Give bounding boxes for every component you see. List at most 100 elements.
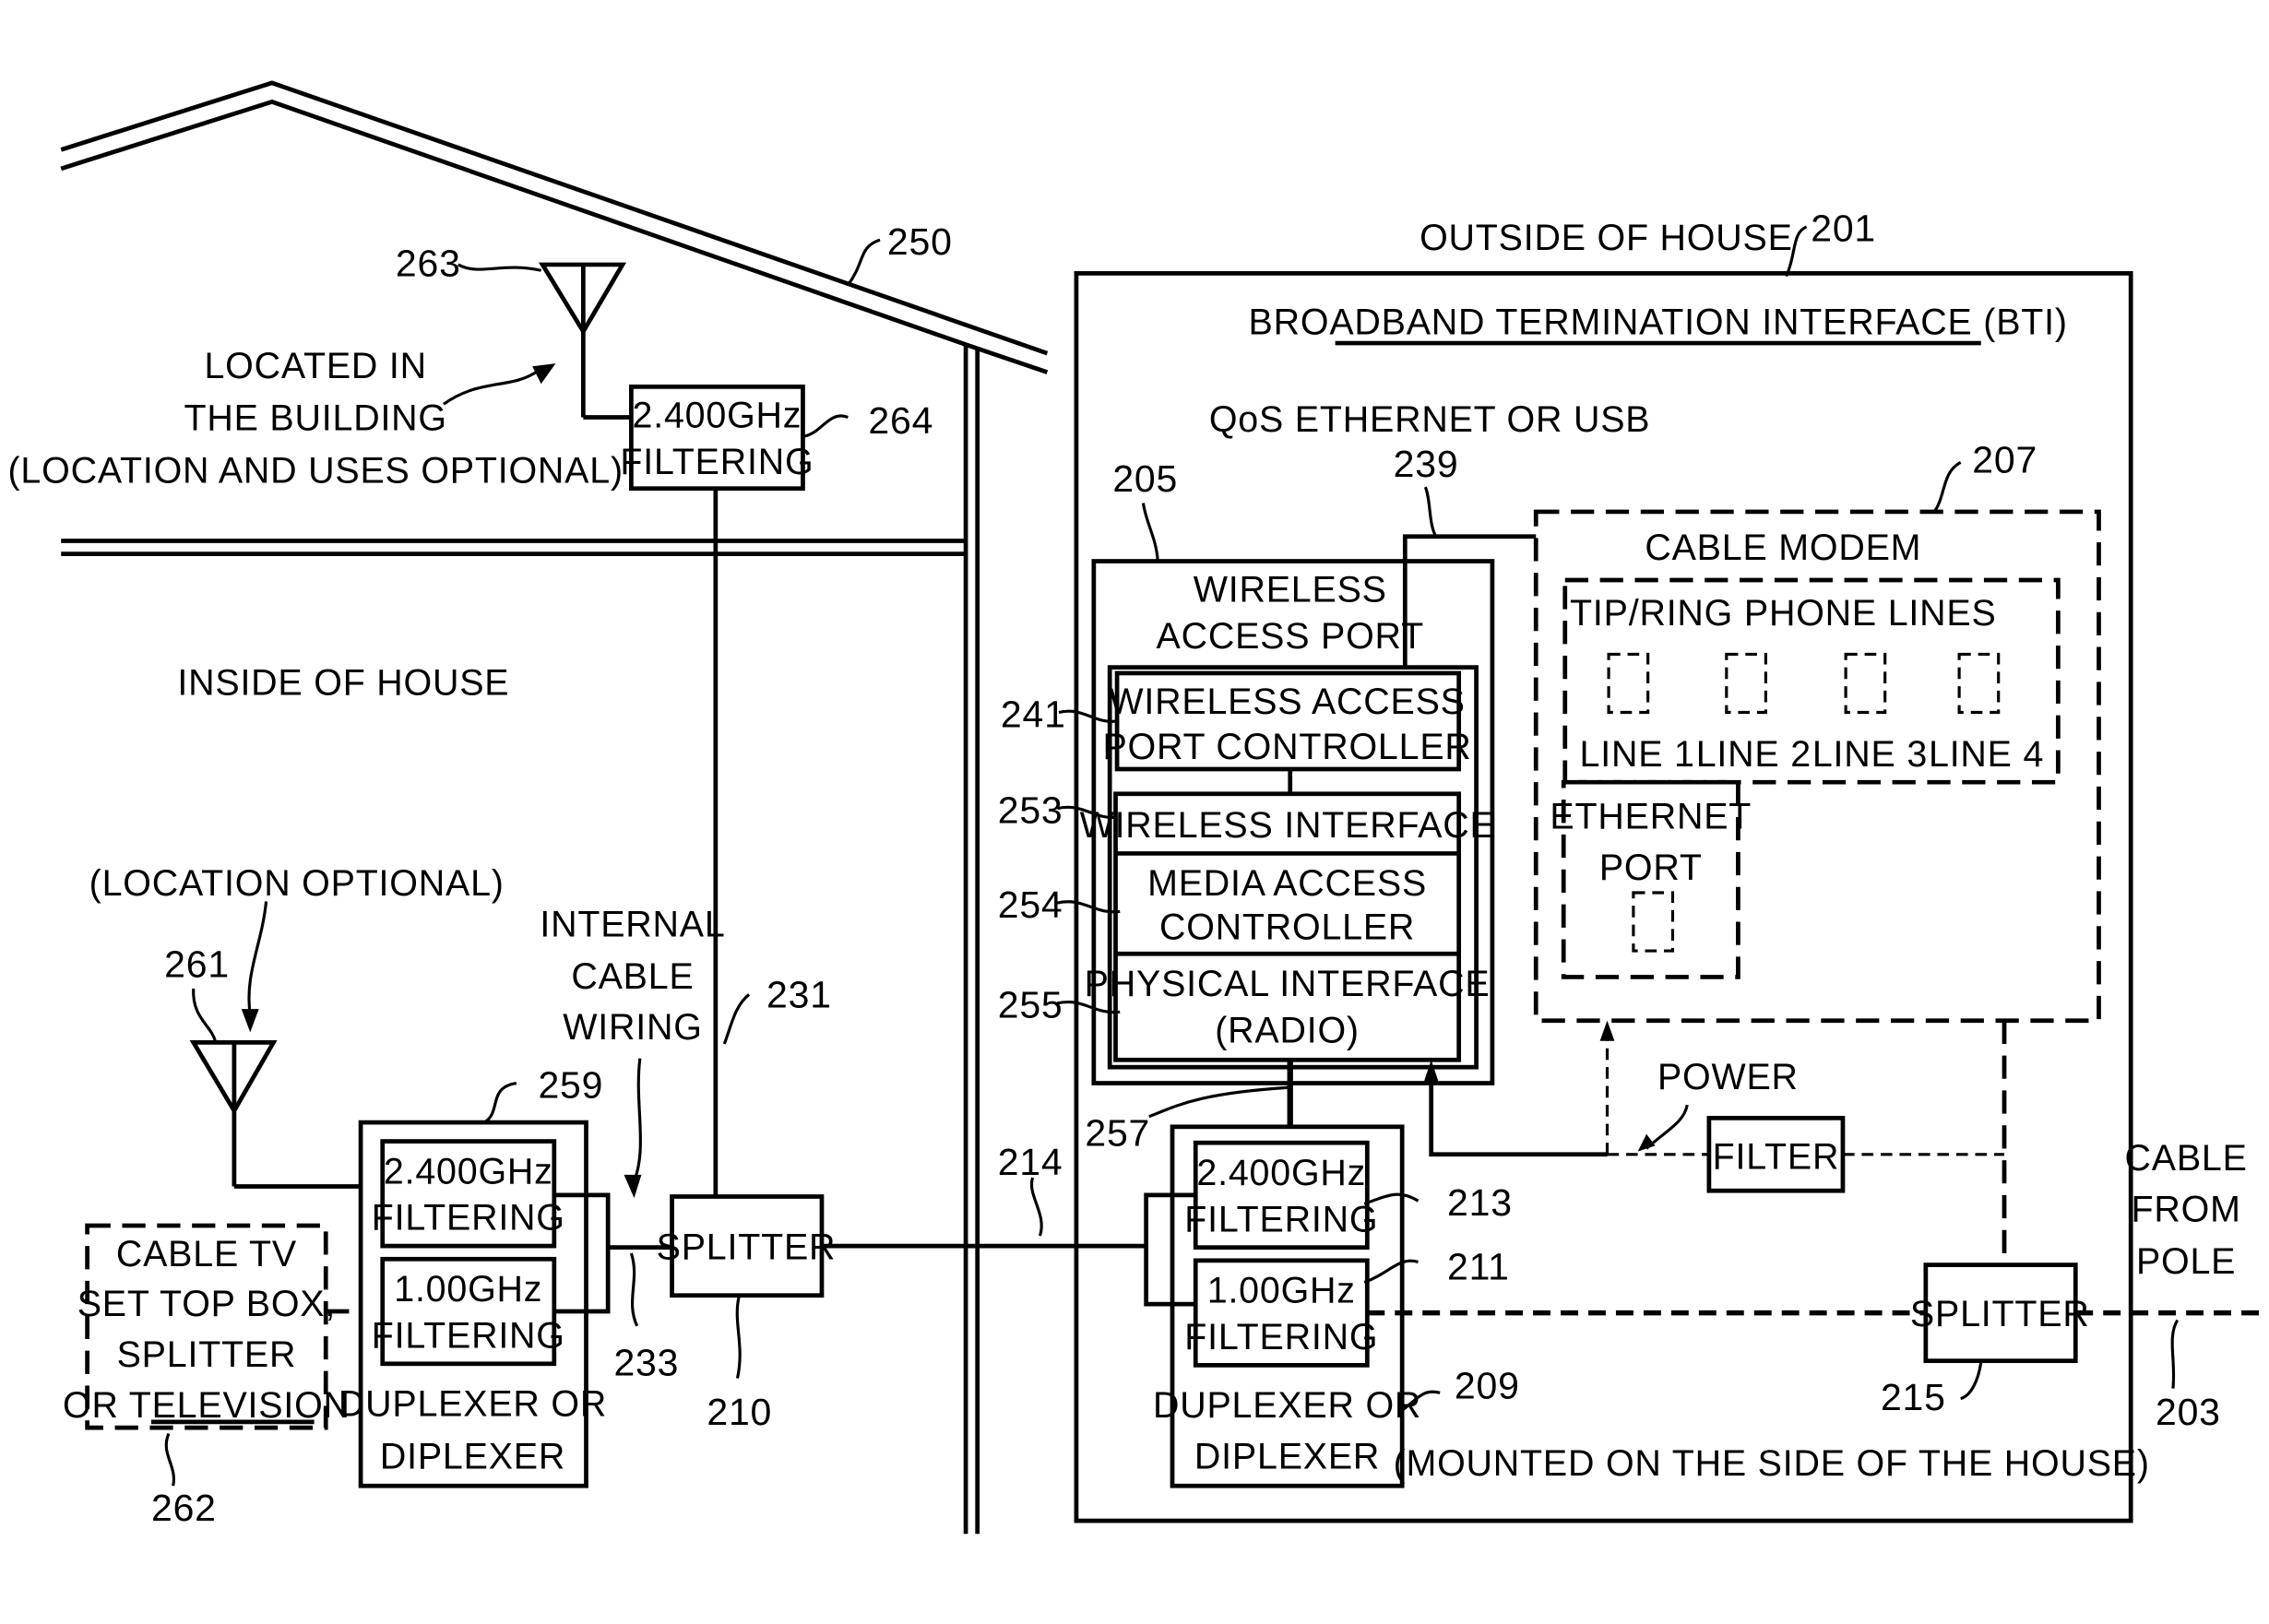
mac-line2: CONTROLLER [1159,907,1415,947]
inside-f24-line2: FILTERING [372,1198,565,1239]
phone-jack-4-icon [1957,652,2001,715]
ethernet-jack-icon [1632,891,1675,953]
antenna-263 [538,262,632,420]
attic-note-line3: (LOCATION AND USES OPTIONAL) [8,450,624,491]
power-arrowhead-wap [1423,1060,1439,1082]
ref-201: 201 [1811,207,1876,250]
ethernet-line1: ETHERNET [1550,797,1752,837]
leader-257 [1148,1085,1289,1119]
location-optional-arrow [247,901,268,1015]
wiring-label-arrow [631,1058,642,1186]
leader-215 [1960,1361,1983,1401]
ref-241: 241 [1001,693,1066,735]
ref-203: 203 [2156,1391,2221,1433]
antenna-261 [189,1040,383,1189]
phone-jack-3-icon [1844,652,1887,715]
ref-209: 209 [1455,1365,1520,1407]
ref-253: 253 [998,788,1063,831]
wiring-label-line3: WIRING [563,1007,702,1048]
inside-f24-line1: 2.400GHz [384,1151,553,1191]
phone-jack-1-icon [1607,652,1650,715]
wireless-interface-label: WIRELESS INTERFACE [1080,805,1495,846]
cable-from-pole-line3: POLE [2136,1241,2236,1282]
cable-from-pole-line2: FROM [2132,1189,2241,1229]
mount-note: (MOUNTED ON THE SIDE OF THE HOUSE) [1394,1443,2150,1484]
leader-210 [735,1296,742,1379]
out-f24-line1: 2.400GHz [1196,1153,1366,1193]
line-2-label: LINE 2 [1696,734,1812,775]
cable-from-pole-line1: CABLE [2125,1138,2248,1179]
inside-dup-line1: DUPLEXER OR [339,1384,607,1425]
inside-f1-line2: FILTERING [372,1315,565,1356]
ref-205: 205 [1112,457,1178,500]
phone-lines-title: TIP/RING PHONE LINES [1570,593,1997,634]
location-optional-note: (LOCATION OPTIONAL) [89,863,505,904]
qos-link-239 [1402,534,1537,670]
line-4-label: LINE 4 [1929,734,2044,775]
wiring-label-line1: INTERNAL [540,904,725,944]
ref-264: 264 [868,399,933,442]
ref-263: 263 [396,243,461,285]
ref-257: 257 [1085,1111,1150,1154]
patent-figure: 250 263 LOCATED IN THE BUILDING (LOCATIO… [8,80,2269,1535]
qos-label: QoS ETHERNET OR USB [1209,399,1651,440]
wap-controller-line2: PORT CONTROLLER [1102,727,1471,767]
power-arrowhead-modem [1599,1020,1615,1041]
ref-210: 210 [707,1391,772,1433]
ref-211: 211 [1447,1245,1510,1287]
filter-264-line2: FILTERING [620,442,814,482]
power-label-arrowhead [1637,1133,1656,1152]
leader-207 [1932,460,1962,513]
leader-233 [629,1252,639,1327]
leader-262 [164,1432,175,1487]
cable-modem-title: CABLE MODEM [1645,528,1921,568]
phy-line1: PHYSICAL INTERFACE [1085,964,1491,1004]
out-f24-line2: FILTERING [1184,1199,1378,1239]
leader-239 [1423,486,1439,539]
leader-261 [192,988,217,1042]
mac-line1: MEDIA ACCESS [1147,863,1427,904]
ref-259: 259 [538,1063,603,1106]
ref-254: 254 [998,883,1063,926]
out-f1-line2: FILTERING [1184,1317,1378,1357]
ref-233: 233 [613,1341,679,1383]
settop-line3: SPLITTER [117,1334,297,1375]
inside-dup-line2: DIPLEXER [380,1436,565,1476]
phone-jack-2-icon [1725,652,1767,715]
splitter-210-label: SPLITTER [657,1227,837,1267]
leader-214 [1029,1177,1043,1237]
wap-title-line2: ACCESS PORT [1156,616,1423,657]
inside-f1-line1: 1.00GHz [394,1269,542,1310]
wiring-label-line2: CABLE [571,956,694,997]
ref-213: 213 [1447,1181,1513,1224]
power-feed-line [1429,1075,1608,1157]
leader-263 [457,263,541,272]
leader-264 [803,414,849,438]
ethernet-line2: PORT [1599,848,1703,888]
phy-line2: (RADIO) [1215,1010,1360,1050]
ref-255: 255 [998,984,1063,1026]
leader-205 [1141,503,1159,562]
attic-note-arrow [443,369,540,406]
ref-207: 207 [1972,438,2037,480]
ref-261: 261 [164,942,230,985]
ref-231: 231 [766,974,832,1016]
splitter-215-label: SPLITTER [1910,1294,2090,1334]
attic-note-line2: THE BUILDING [184,398,447,439]
filter-264-line1: 2.400GHz [633,396,802,436]
wiring-label-arrowhead [624,1174,642,1199]
settop-line1: CABLE TV [116,1234,297,1274]
wap-controller-line1: WIRELESS ACCESS [1109,682,1465,722]
bti-title: BROADBAND TERMINATION INTERFACE (BTI) [1249,302,2068,343]
ref-250: 250 [887,220,953,263]
ref-262: 262 [151,1487,217,1529]
leader-259 [483,1081,517,1124]
power-filter-label: FILTER [1713,1137,1840,1178]
power-label: POWER [1657,1057,1799,1097]
out-dup-line1: DUPLEXER OR [1153,1385,1421,1426]
ref-214: 214 [998,1141,1063,1183]
ref-215: 215 [1881,1376,1946,1418]
inside-of-house-label: INSIDE OF HOUSE [177,663,509,704]
ref-239: 239 [1394,443,1459,485]
leader-231 [722,993,751,1045]
